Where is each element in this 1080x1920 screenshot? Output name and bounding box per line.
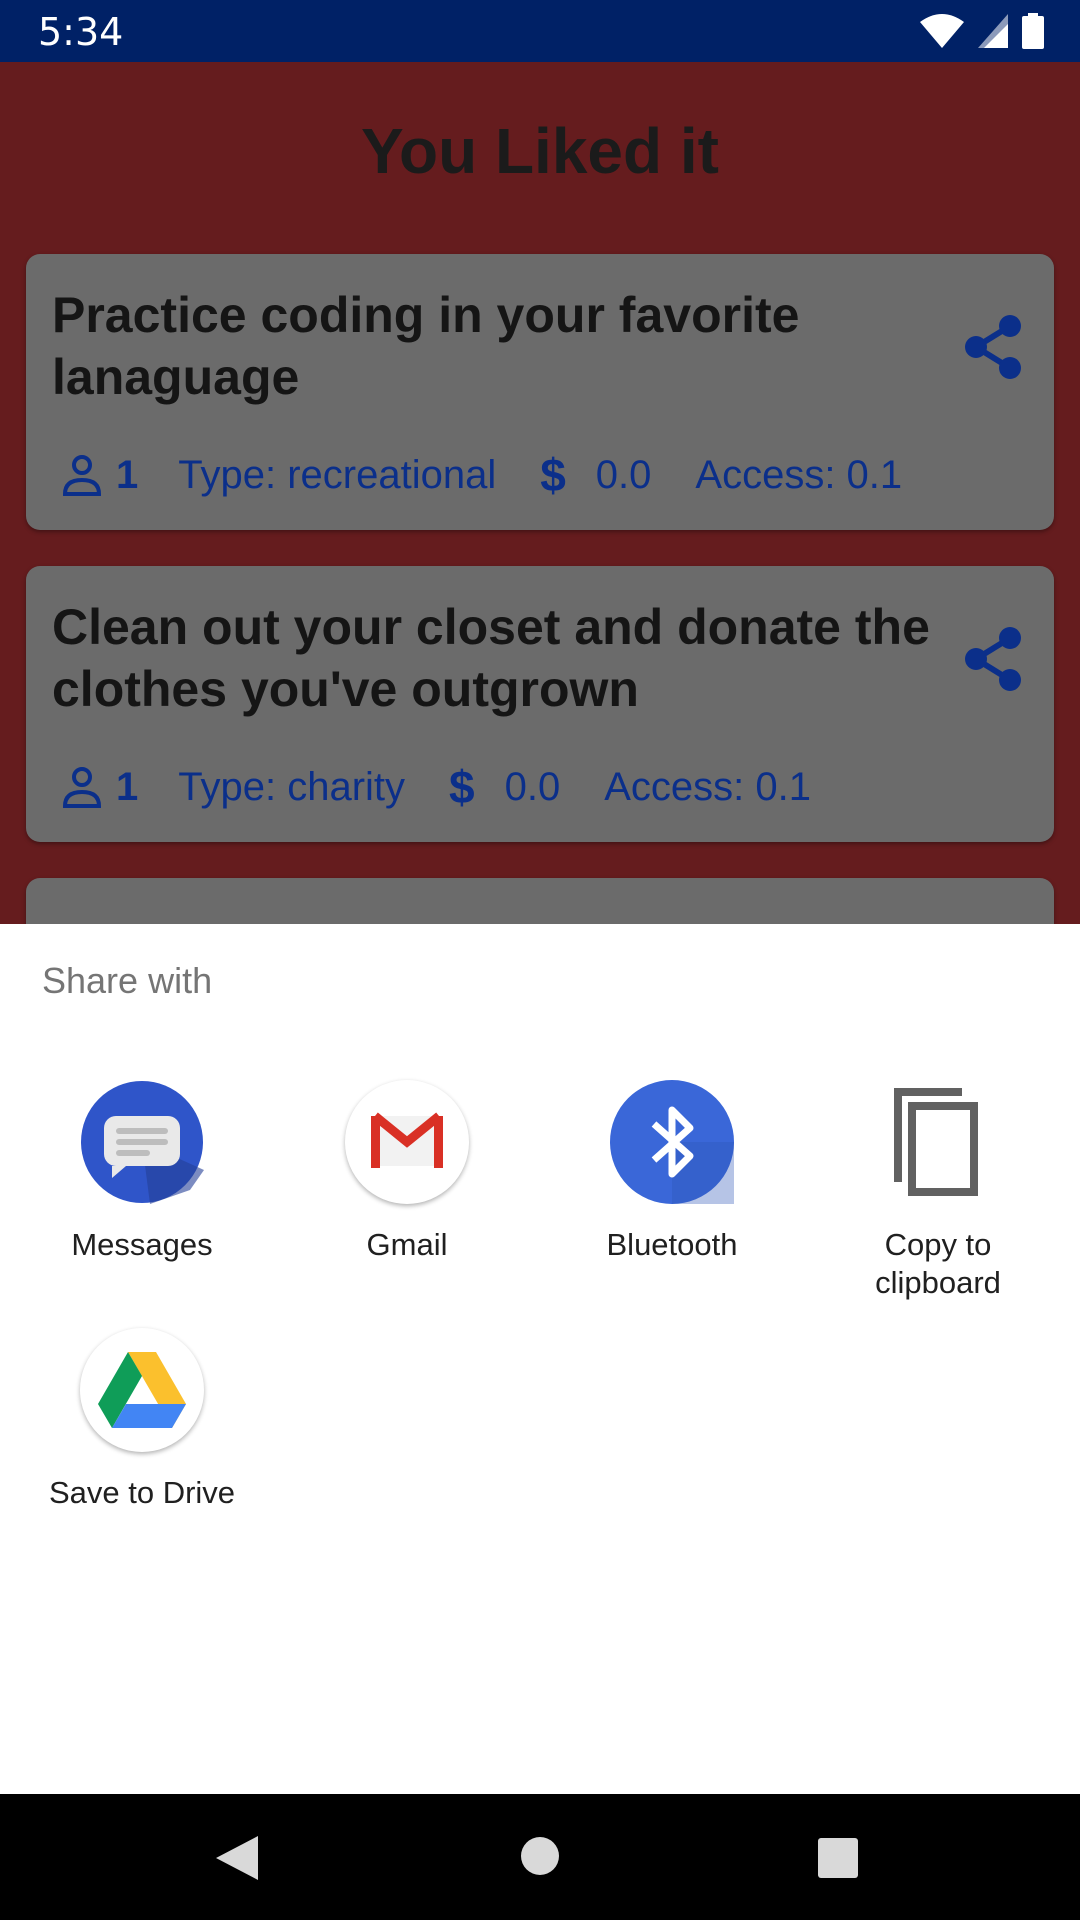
share-sheet-title: Share with (42, 960, 213, 1001)
activity-type: Type: charity (178, 764, 406, 809)
copy-icon (876, 1080, 1000, 1204)
card-title: Clean out your closet and donate the clo… (52, 599, 930, 717)
share-target-bluetooth[interactable]: Bluetooth (540, 1080, 804, 1264)
recents-icon[interactable] (818, 1838, 858, 1878)
share-sheet: Share with Messages Gmail Bluetooth Copy… (0, 924, 1080, 1794)
battery-icon (1022, 13, 1044, 49)
share-target-copy[interactable]: Copy to clipboard (806, 1080, 1070, 1302)
drive-icon (80, 1328, 204, 1452)
participants-count: 1 (116, 452, 139, 497)
dollar-icon: $ (449, 761, 475, 813)
back-icon[interactable] (214, 1834, 260, 1882)
person-icon (62, 767, 102, 808)
share-target-messages[interactable]: Messages (10, 1080, 274, 1264)
home-icon[interactable] (520, 1836, 560, 1876)
share-target-label: Save to Drive (48, 1475, 236, 1510)
share-target-label: Bluetooth (606, 1227, 738, 1262)
share-target-label: Gmail (366, 1227, 448, 1262)
share-target-drive[interactable]: Save to Drive (10, 1328, 274, 1512)
activity-price: 0.0 (595, 452, 652, 497)
navigation-bar (0, 1794, 1080, 1920)
status-icons (920, 12, 1044, 50)
share-target-label: Copy to clipboard (875, 1227, 1001, 1300)
status-time: 5:34 (38, 10, 124, 54)
activity-type: Type: recreational (178, 452, 497, 497)
activity-price: 0.0 (504, 764, 561, 809)
app-content: You Liked it Practice coding in your fav… (0, 62, 1080, 924)
share-icon[interactable] (962, 314, 1024, 380)
activity-card[interactable]: Practice coding in your favorite lanagua… (26, 254, 1054, 530)
card-meta: 1 Type: recreational $ 0.0 Access: 0.1 (62, 449, 903, 501)
activity-card-partial[interactable] (26, 878, 1054, 924)
gmail-icon (345, 1080, 469, 1204)
card-title: Practice coding in your favorite lanagua… (52, 287, 800, 405)
share-target-gmail[interactable]: Gmail (275, 1080, 539, 1264)
dollar-icon: $ (540, 449, 566, 501)
activity-access: Access: 0.1 (604, 764, 811, 809)
messages-icon (80, 1080, 204, 1204)
cell-signal-icon (978, 14, 1008, 48)
activity-card[interactable]: Clean out your closet and donate the clo… (26, 566, 1054, 842)
status-bar: 5:34 (0, 0, 1080, 62)
bluetooth-icon (610, 1080, 734, 1204)
person-icon (62, 455, 102, 496)
share-target-label: Messages (71, 1227, 213, 1262)
page-title: You Liked it (361, 115, 719, 187)
activity-access: Access: 0.1 (695, 452, 903, 497)
participants-count: 1 (116, 764, 139, 809)
card-meta: 1 Type: charity $ 0.0 Access: 0.1 (62, 761, 811, 813)
wifi-icon (920, 14, 964, 48)
share-icon[interactable] (962, 626, 1024, 692)
